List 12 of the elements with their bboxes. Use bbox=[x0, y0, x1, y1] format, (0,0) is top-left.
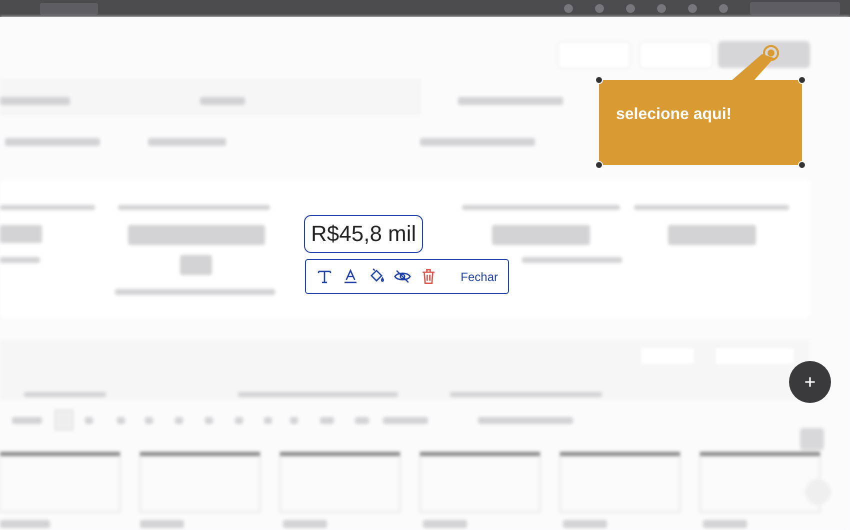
resize-handle[interactable] bbox=[595, 161, 603, 169]
callout-text: selecione aqui! bbox=[616, 106, 732, 124]
resize-handle[interactable] bbox=[798, 76, 806, 84]
resize-handle[interactable] bbox=[798, 161, 806, 169]
hide-icon[interactable] bbox=[394, 268, 411, 285]
font-color-icon[interactable] bbox=[342, 268, 359, 285]
selected-metric-value[interactable]: R$45,8 mil bbox=[304, 215, 424, 253]
text-icon[interactable] bbox=[316, 268, 333, 285]
paint-bucket-icon[interactable] bbox=[368, 268, 385, 285]
delete-icon[interactable] bbox=[420, 268, 437, 285]
plus-icon bbox=[802, 374, 818, 390]
close-button[interactable]: Fechar bbox=[460, 270, 498, 284]
